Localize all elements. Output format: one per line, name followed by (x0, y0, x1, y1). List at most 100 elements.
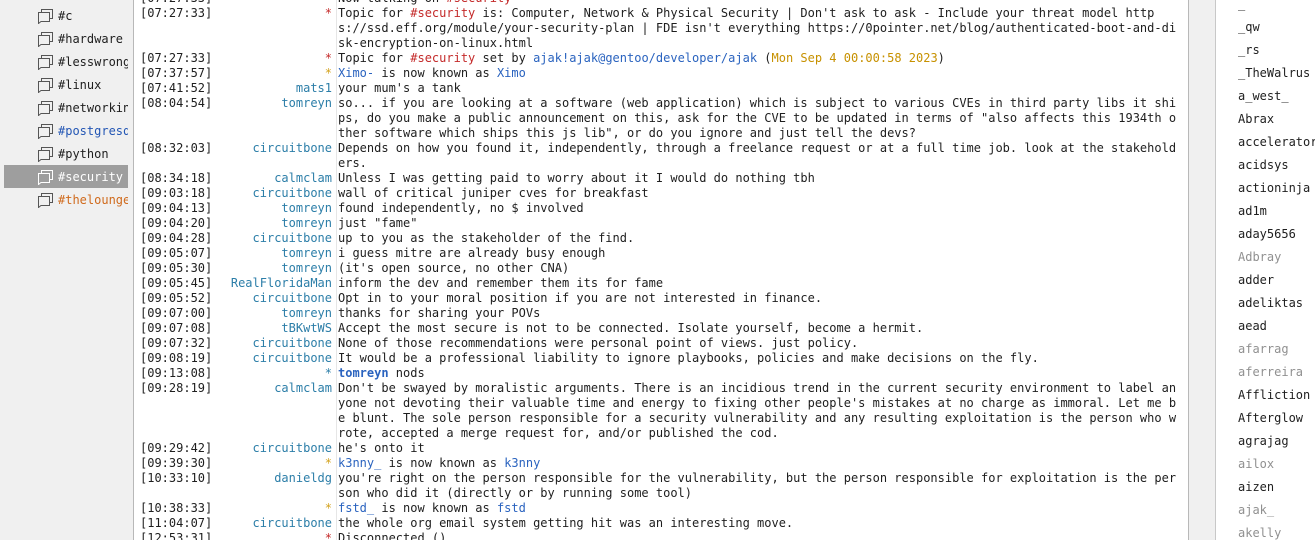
user-list[interactable]: _ _qw _rs _TheWalrus a_west_ Abrax accelerator… (1215, 0, 1315, 540)
user-list-item[interactable]: akelly (1238, 522, 1315, 540)
nickname[interactable]: tomreyn (281, 201, 332, 216)
nickname[interactable]: tomreyn (281, 96, 332, 111)
pane-splitter[interactable] (1189, 0, 1215, 540)
nickname[interactable]: tomreyn (281, 261, 332, 276)
user-list-item[interactable]: ajak_ (1238, 499, 1315, 522)
user-list-item[interactable]: Adbray (1238, 246, 1315, 269)
nick-link[interactable]: ajak!ajak@gentoo/developer/ajak (533, 51, 757, 65)
nick-link[interactable]: fstd_ (338, 501, 374, 515)
user-list-item[interactable]: Afterglow (1238, 407, 1315, 430)
nickname[interactable]: danieldg (274, 471, 332, 486)
channel-item[interactable]: #thelounge (4, 188, 128, 211)
nickname[interactable]: mats1 (296, 81, 332, 96)
nickname[interactable]: calmclam (274, 171, 332, 186)
timestamp-text: [09:04:13] (140, 201, 213, 215)
channel-item[interactable]: #python (4, 142, 128, 165)
user-list-item[interactable]: _TheWalrus (1238, 62, 1315, 85)
nick-link[interactable]: tomreyn (338, 366, 389, 380)
user-list-item[interactable]: ad1m (1238, 200, 1315, 223)
channel-label: #lesswrong (58, 54, 128, 69)
user-list-item[interactable]: adder (1238, 269, 1315, 292)
channel-label: #python (58, 146, 109, 161)
message-row: [09:05:45] RealFloridaMan inform the dev a… (134, 276, 1188, 291)
channel-item[interactable]: #lesswrong (4, 50, 128, 73)
nickname[interactable]: tBKwtWS (281, 321, 332, 336)
user-list-item[interactable]: aizen (1238, 476, 1315, 499)
message-text: your mum's a tank (338, 81, 1183, 96)
nickname[interactable]: * (325, 456, 332, 471)
nickname[interactable]: circuitbone (253, 441, 332, 456)
channel-link[interactable]: #security (410, 51, 475, 65)
message-text: It would be a professional liability to … (338, 351, 1183, 366)
channel-link[interactable]: #security (446, 0, 511, 5)
channel-item[interactable]: #security (4, 165, 128, 188)
nickname[interactable]: * (325, 66, 332, 81)
message-row: [09:05:07] tomreyn i guess mitre are alrea… (134, 246, 1188, 261)
message-segment: is now known as (374, 501, 497, 515)
channel-link[interactable]: #security (410, 6, 475, 20)
message-row: [09:07:32] circuitbone None of those recom… (134, 336, 1188, 351)
user-list-item[interactable]: _rs (1238, 39, 1315, 62)
nickname[interactable]: * (325, 531, 332, 540)
nick-link[interactable]: Ximo (497, 66, 526, 80)
message-row: [10:33:10] danieldg you're right on the pe… (134, 471, 1188, 501)
message-row: [09:39:30] * k3nny_ is now known as k3nny (134, 456, 1188, 471)
user-list-item[interactable]: accelerator (1238, 131, 1315, 154)
user-list-item[interactable]: adeliktas (1238, 292, 1315, 315)
message-text: Accept the most secure is not to be conn… (338, 321, 1183, 336)
nickname[interactable]: circuitbone (253, 141, 332, 156)
message-text: Depends on how you found it, independent… (338, 141, 1183, 171)
timestamp-text: [09:13:08] (140, 366, 213, 380)
timestamp: [08:32:03] circuitbone (134, 141, 338, 171)
nickname[interactable]: * (325, 366, 332, 381)
nickname[interactable]: * (325, 501, 332, 516)
user-list-item[interactable]: _qw (1238, 16, 1315, 39)
user-list-item[interactable]: _ (1238, 0, 1315, 16)
user-list-item[interactable]: Affliction (1238, 384, 1315, 407)
chat-log[interactable]: [07:27:33] Now talking on #security [07:27… (133, 0, 1189, 540)
message-segment: Disconnected () (338, 531, 447, 540)
message-row: [09:03:18] circuitbone wall of critical ju… (134, 186, 1188, 201)
user-list-item[interactable]: aead (1238, 315, 1315, 338)
channel-item[interactable]: #linux (4, 73, 128, 96)
nickname[interactable]: * (325, 6, 332, 21)
nickname[interactable]: circuitbone (253, 186, 332, 201)
nick-link[interactable]: fstd (497, 501, 526, 515)
nickname[interactable]: circuitbone (253, 231, 332, 246)
message-segment: It would be a professional liability to … (338, 351, 1039, 365)
timestamp: [07:37:57] * (134, 66, 338, 81)
channel-item[interactable]: #networking (4, 96, 128, 119)
message-text: wall of critical juniper cves for breakf… (338, 186, 1183, 201)
nick-link[interactable]: k3nny (504, 456, 540, 470)
user-list-item[interactable]: afarrag (1238, 338, 1315, 361)
nickname[interactable]: tomreyn (281, 216, 332, 231)
nickname[interactable]: circuitbone (253, 336, 332, 351)
nickname[interactable]: circuitbone (253, 351, 332, 366)
channel-item[interactable]: #c (4, 4, 128, 27)
nickname[interactable]: circuitbone (253, 516, 332, 531)
timestamp: [09:05:45] RealFloridaMan (134, 276, 338, 291)
nickname[interactable]: * (325, 51, 332, 66)
message-segment: ) (937, 51, 945, 65)
user-list-item[interactable]: agrajag (1238, 430, 1315, 453)
user-list-item[interactable]: a_west_ (1238, 85, 1315, 108)
user-list-item[interactable]: aferreira (1238, 361, 1315, 384)
message-row: [09:29:42] circuitbone he's onto it (134, 441, 1188, 456)
user-list-item[interactable]: aday5656 (1238, 223, 1315, 246)
channel-item[interactable]: #hardware (4, 27, 128, 50)
user-list-item[interactable]: actioninja (1238, 177, 1315, 200)
user-list-item[interactable]: ailox (1238, 453, 1315, 476)
nick-link[interactable]: k3nny_ (338, 456, 381, 470)
channel-item[interactable]: #postgresql (4, 119, 128, 142)
nickname[interactable]: circuitbone (253, 291, 332, 306)
nickname[interactable]: calmclam (274, 381, 332, 396)
user-list-item[interactable]: Abrax (1238, 108, 1315, 131)
timestamp: [09:29:42] circuitbone (134, 441, 338, 456)
nickname[interactable]: tomreyn (281, 246, 332, 261)
nick-link[interactable]: Ximo- (338, 66, 374, 80)
timestamp-text: [07:27:33] (140, 6, 213, 20)
user-list-item[interactable]: acidsys (1238, 154, 1315, 177)
message-text: fstd_ is now known as fstd (338, 501, 1183, 516)
nickname[interactable]: tomreyn (281, 306, 332, 321)
nickname[interactable]: RealFloridaMan (231, 276, 332, 291)
